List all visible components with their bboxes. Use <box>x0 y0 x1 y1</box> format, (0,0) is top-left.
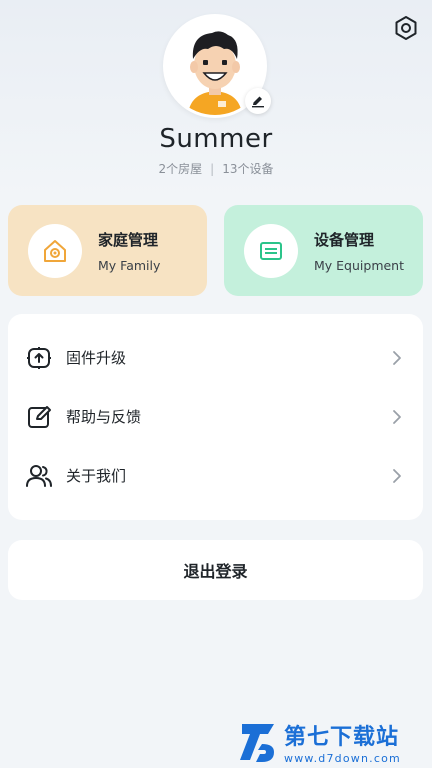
users-icon <box>26 464 52 487</box>
my-equipment-title: 设备管理 <box>314 230 375 249</box>
my-family-subtitle: My Family <box>98 257 161 273</box>
family-icon-circle <box>28 223 82 278</box>
my-equipment-subtitle: My Equipment <box>314 257 405 273</box>
settings-button[interactable] <box>390 12 422 44</box>
equipment-icon-circle <box>244 223 298 278</box>
edit-feedback-icon <box>28 405 51 428</box>
rooms-count: 2个房屋 <box>158 162 203 176</box>
menu-item-help-feedback[interactable]: 帮助与反馈 <box>8 387 423 446</box>
chevron-right-icon <box>393 468 401 483</box>
watermark-url: www.d7down.com <box>284 752 401 765</box>
menu-item-label: 帮助与反馈 <box>66 408 142 426</box>
profile-stats: 2个房屋 | 13个设备 <box>0 160 432 177</box>
firmware-upgrade-icon <box>27 346 51 369</box>
edit-avatar-button[interactable] <box>245 88 271 114</box>
my-equipment-card[interactable]: 设备管理 My Equipment <box>224 205 423 296</box>
my-family-card[interactable]: 家庭管理 My Family <box>8 205 207 296</box>
username: Summer <box>159 124 273 154</box>
chevron-right-icon <box>393 409 401 424</box>
chevron-right-icon <box>393 350 401 365</box>
watermark-title: 第七下载站 <box>284 725 400 750</box>
my-family-title: 家庭管理 <box>98 230 159 249</box>
logout-button[interactable]: 退出登录 <box>8 540 423 600</box>
logout-label: 退出登录 <box>183 562 248 581</box>
settings-menu: 固件升级 帮助与反馈 关于我们 <box>8 314 423 520</box>
stats-separator: | <box>210 162 215 176</box>
menu-item-label: 固件升级 <box>66 349 127 367</box>
device-card-icon <box>260 241 282 260</box>
watermark: 第七下载站 www.d7down.com <box>238 718 428 766</box>
menu-item-label: 关于我们 <box>66 467 127 485</box>
menu-item-firmware-upgrade[interactable]: 固件升级 <box>8 328 423 387</box>
settings-icon <box>395 16 417 40</box>
pencil-icon <box>252 96 264 108</box>
avatar-container[interactable] <box>163 14 271 120</box>
home-gear-icon <box>44 239 66 262</box>
devices-count: 13个设备 <box>222 162 274 176</box>
menu-item-about-us[interactable]: 关于我们 <box>8 446 423 505</box>
watermark-logo-icon <box>240 724 274 762</box>
